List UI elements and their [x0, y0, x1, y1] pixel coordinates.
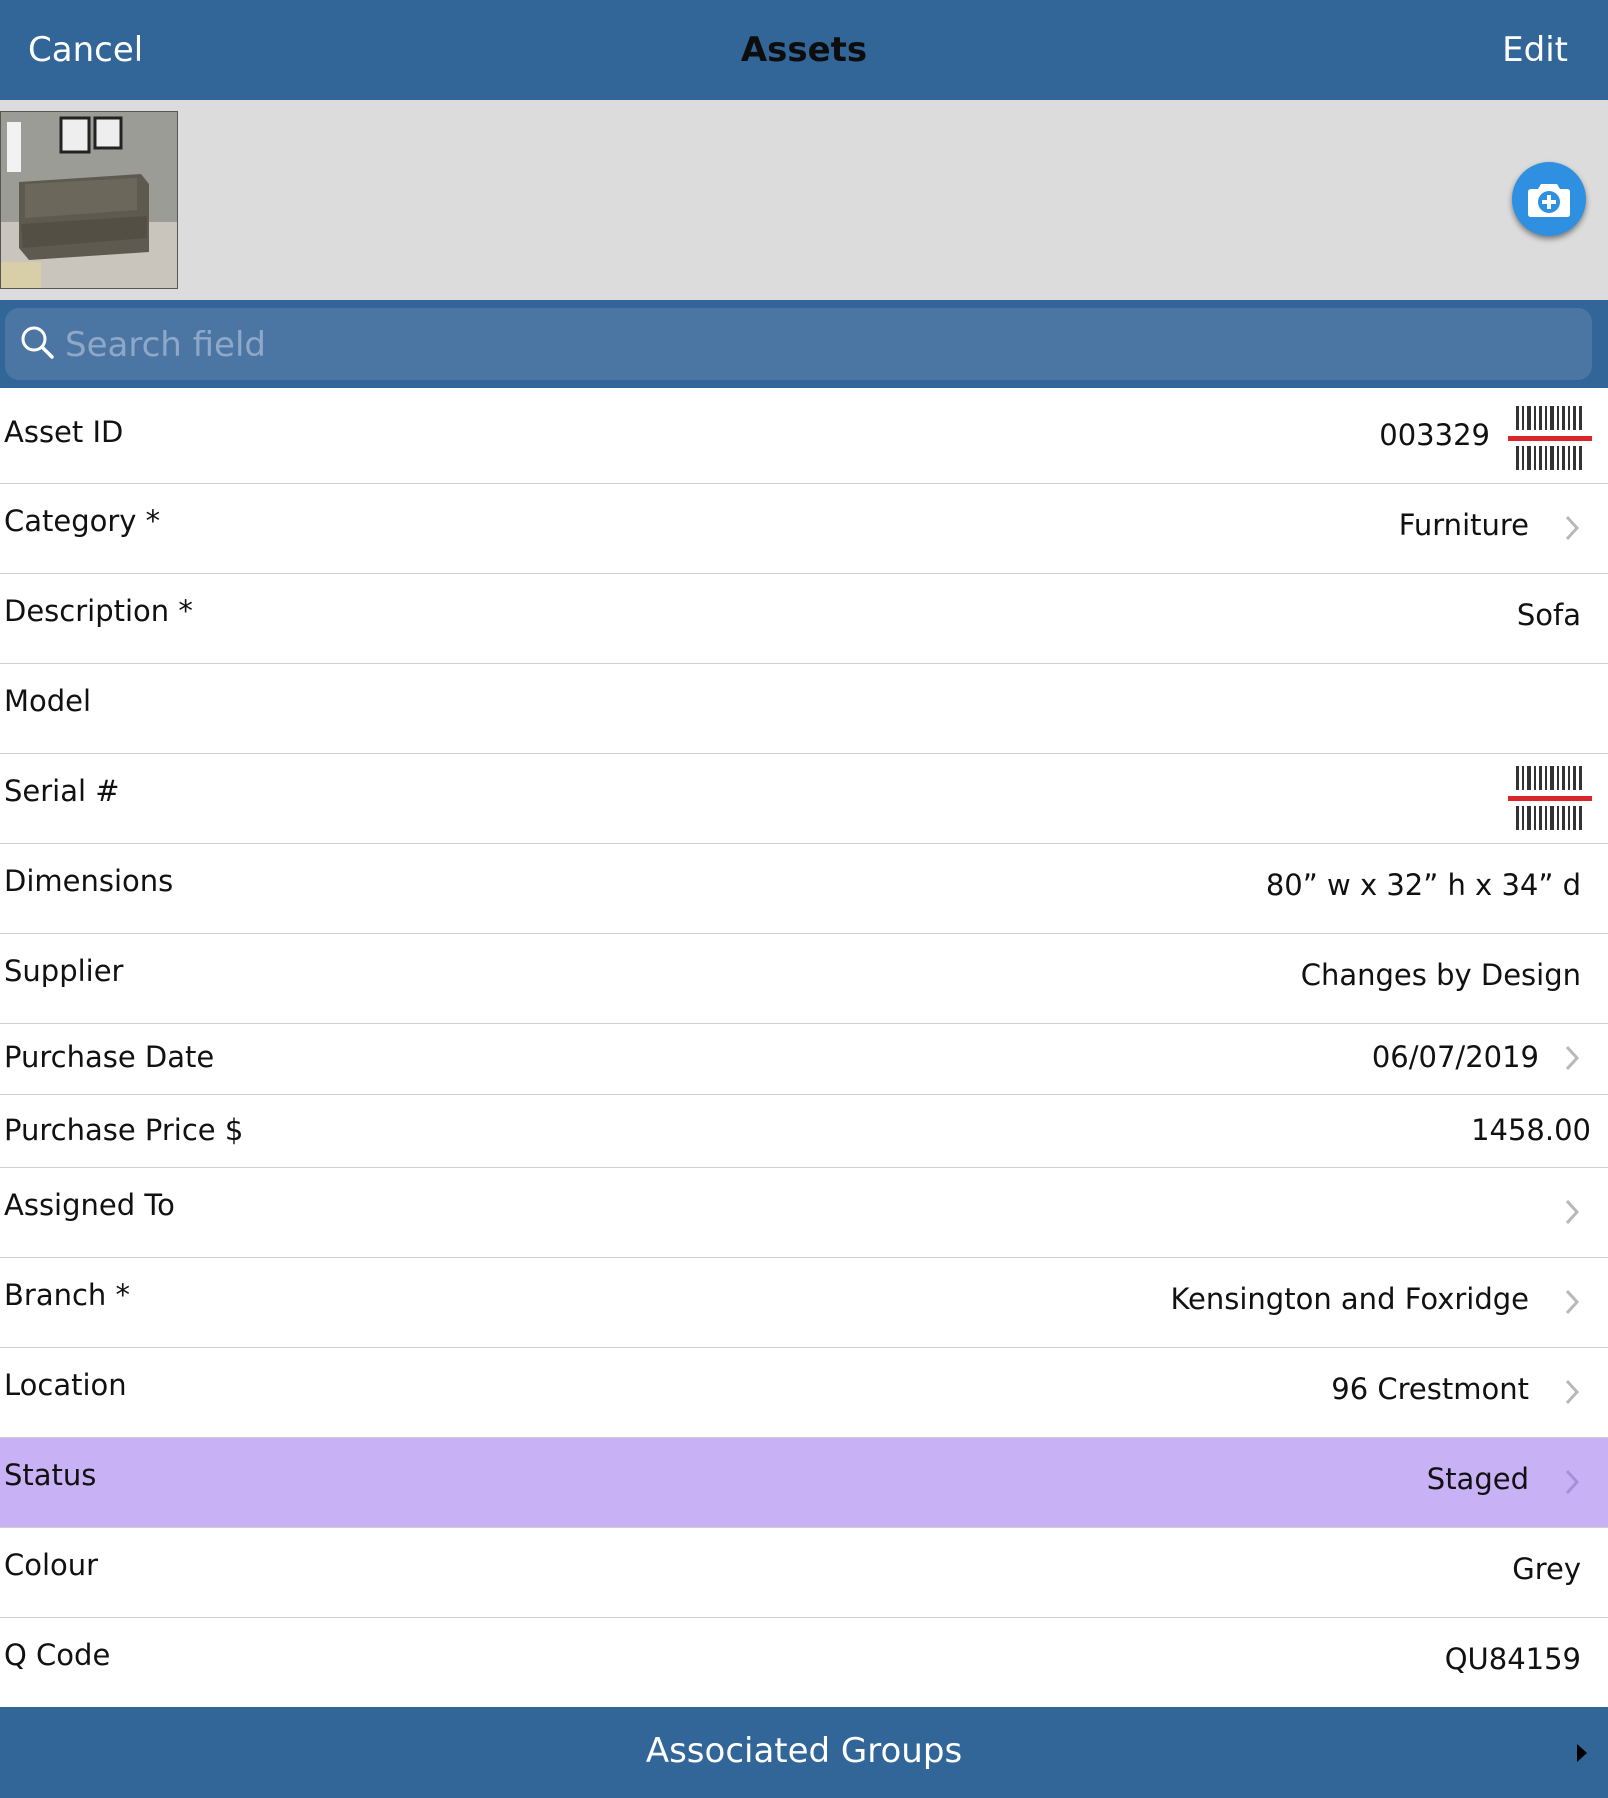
row-colour[interactable]: Colour Grey	[0, 1528, 1608, 1618]
associated-groups-label: Associated Groups	[645, 1731, 963, 1771]
q-code-value: QU84159	[1444, 1642, 1581, 1676]
row-model[interactable]: Model	[0, 664, 1608, 754]
search-input[interactable]	[63, 308, 1567, 382]
row-serial[interactable]: Serial #	[0, 754, 1608, 844]
supplier-value: Changes by Design	[1300, 958, 1581, 992]
photo-strip	[0, 100, 1608, 300]
edit-button[interactable]: Edit	[1502, 30, 1568, 70]
asset-id-label: Asset ID	[4, 415, 124, 449]
search-icon	[21, 326, 54, 359]
location-label: Location	[4, 1368, 127, 1402]
row-assigned-to[interactable]: Assigned To	[0, 1168, 1608, 1258]
row-description[interactable]: Description * Sofa	[0, 574, 1608, 664]
row-purchase-price[interactable]: Purchase Price $ 1458.00	[0, 1095, 1608, 1168]
barcode-scan-icon[interactable]	[1508, 406, 1592, 470]
colour-label: Colour	[4, 1548, 99, 1582]
branch-value: Kensington and Foxridge	[1170, 1282, 1529, 1316]
colour-value: Grey	[1512, 1552, 1581, 1586]
triangle-right-icon	[1577, 1744, 1587, 1762]
assigned-to-label: Assigned To	[4, 1188, 175, 1222]
row-status[interactable]: Status Staged	[0, 1438, 1608, 1528]
dimensions-value: 80” w x 32” h x 34” d	[1265, 868, 1581, 902]
supplier-label: Supplier	[4, 954, 124, 988]
description-label: Description *	[4, 594, 193, 628]
dimensions-label: Dimensions	[4, 864, 174, 898]
chevron-right-icon	[1565, 1199, 1580, 1225]
nav-bar: Cancel Assets Edit	[0, 0, 1608, 100]
q-code-label: Q Code	[4, 1638, 111, 1672]
row-q-code[interactable]: Q Code QU84159	[0, 1618, 1608, 1707]
asset-form: Asset ID 003329 Category * Furniture Des…	[0, 388, 1608, 1707]
asset-photo-thumbnail[interactable]	[0, 111, 178, 289]
category-value: Furniture	[1398, 508, 1529, 542]
branch-label: Branch *	[4, 1278, 131, 1312]
status-label: Status	[4, 1458, 97, 1492]
location-value: 96 Crestmont	[1331, 1372, 1529, 1406]
status-value: Staged	[1426, 1462, 1529, 1496]
purchase-date-label: Purchase Date	[4, 1040, 215, 1074]
chevron-right-icon	[1565, 1045, 1580, 1071]
row-supplier[interactable]: Supplier Changes by Design	[0, 934, 1608, 1024]
chevron-right-icon	[1565, 515, 1580, 541]
chevron-right-icon	[1565, 1289, 1580, 1315]
row-asset-id[interactable]: Asset ID 003329	[0, 388, 1608, 484]
model-label: Model	[4, 684, 92, 718]
serial-label: Serial #	[4, 774, 120, 808]
row-location[interactable]: Location 96 Crestmont	[0, 1348, 1608, 1438]
barcode-scan-icon[interactable]	[1508, 766, 1592, 830]
camera-add-icon	[1528, 184, 1570, 217]
page-title: Assets	[740, 30, 868, 70]
purchase-price-value: 1458.00	[1471, 1113, 1591, 1147]
row-purchase-date[interactable]: Purchase Date 06/07/2019	[0, 1024, 1608, 1095]
asset-id-value: 003329	[1379, 418, 1490, 452]
search-bar	[0, 300, 1608, 388]
search-field-container[interactable]	[5, 308, 1592, 382]
category-label: Category *	[4, 504, 161, 538]
row-category[interactable]: Category * Furniture	[0, 484, 1608, 574]
add-photo-button[interactable]	[1512, 162, 1586, 236]
purchase-price-label: Purchase Price $	[4, 1113, 244, 1147]
purchase-date-value: 06/07/2019	[1371, 1040, 1539, 1074]
chevron-right-icon	[1565, 1469, 1580, 1495]
row-branch[interactable]: Branch * Kensington and Foxridge	[0, 1258, 1608, 1348]
associated-groups-bar[interactable]: Associated Groups	[0, 1707, 1608, 1798]
row-dimensions[interactable]: Dimensions 80” w x 32” h x 34” d	[0, 844, 1608, 934]
description-value: Sofa	[1516, 598, 1581, 632]
chevron-right-icon	[1565, 1379, 1580, 1405]
